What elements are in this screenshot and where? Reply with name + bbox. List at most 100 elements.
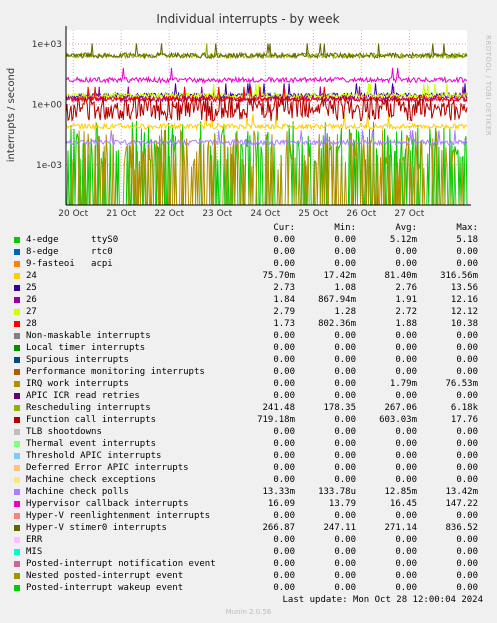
legend-row: Local timer interrupts 0.00 0.00 0.00 0.00: [0, 342, 497, 354]
legend-cur: 0.00: [273, 331, 295, 341]
legend-min: 0.00: [334, 391, 356, 401]
legend-row: Hyper-V stimer0 interrupts 266.87 247.11 27…: [0, 522, 497, 534]
legend-min: 0.00: [334, 439, 356, 449]
legend-row: Function call interrupts 719.18m 0.00 603.0…: [0, 414, 497, 426]
legend-swatch: [14, 345, 20, 351]
legend-avg: 0.00: [395, 355, 417, 365]
x-tick-label: 27 Oct: [394, 209, 424, 219]
chart-title: Individual interrupts - by week: [156, 12, 339, 26]
legend-min: 0.00: [334, 331, 356, 341]
header-avg: Avg:: [395, 223, 417, 233]
legend-cur: 2.73: [273, 283, 295, 293]
legend-row: ERR 0.00 0.00 0.00 0.00: [0, 534, 497, 546]
last-update: Last update: Mon Oct 28 12:00:04 2024: [282, 595, 483, 605]
legend-cur: 0.00: [273, 475, 295, 485]
legend-label: Local timer interrupts: [26, 343, 146, 353]
legend-swatch: [14, 357, 20, 363]
legend-label: Hyper-V reenlightenment interrupts: [26, 511, 211, 521]
legend-avg: 0.00: [395, 559, 417, 569]
legend-cur: 0.00: [273, 235, 295, 245]
legend-row: 27 2.79 1.28 2.72 12.12: [0, 306, 497, 318]
legend-swatch: [14, 525, 20, 531]
legend-avg: 0.00: [395, 247, 417, 257]
x-tick-label: 25 Oct: [298, 209, 328, 219]
legend-swatch: [14, 321, 20, 327]
legend-row: Non-maskable interrupts 0.00 0.00 0.00 0.00: [0, 330, 497, 342]
legend-avg: 0.00: [395, 427, 417, 437]
legend-label: Non-maskable interrupts: [26, 331, 151, 341]
legend-min: 0.00: [334, 511, 356, 521]
legend-swatch: [14, 417, 20, 423]
legend-avg: 5.12m: [389, 235, 417, 245]
legend-cur: 719.18m: [257, 415, 295, 425]
legend-label: Performance monitoring interrupts: [26, 367, 205, 377]
legend-min: 0.00: [334, 547, 356, 557]
legend-max: 0.00: [456, 331, 478, 341]
legend-cur: 1.84: [273, 295, 295, 305]
legend-avg: 2.76: [395, 283, 417, 293]
legend-label: APIC ICR read retries: [26, 391, 140, 401]
legend-label: Hyper-V stimer0 interrupts: [26, 523, 167, 533]
legend-max: 0.00: [456, 259, 478, 269]
legend-swatch: [14, 273, 20, 279]
legend-label: Spurious interrupts: [26, 355, 129, 365]
y-tick-label: 1e-03: [36, 161, 62, 171]
legend-label: 4-edge ttyS0: [26, 235, 119, 245]
legend-avg: 603.03m: [379, 415, 417, 425]
legend-min: 0.00: [334, 343, 356, 353]
legend-swatch: [14, 489, 20, 495]
legend-label: Thermal event interrupts: [26, 439, 157, 449]
legend-avg: 0.00: [395, 535, 417, 545]
legend-cur: 13.33m: [262, 487, 295, 497]
legend-row: 25 2.73 1.08 2.76 13.56: [0, 282, 497, 294]
legend-cur: 0.00: [273, 559, 295, 569]
legend-max: 12.16: [450, 295, 478, 305]
legend-avg: 0.00: [395, 367, 417, 377]
legend-cur: 0.00: [273, 439, 295, 449]
legend-label: TLB shootdowns: [26, 427, 102, 437]
legend-swatch: [14, 429, 20, 435]
legend-max: 13.42m: [445, 487, 478, 497]
y-tick-label: 1e+03: [32, 40, 62, 50]
legend-avg: 1.88: [395, 319, 417, 329]
legend-row: Rescheduling interrupts 241.48 178.35 267.0…: [0, 402, 497, 414]
legend-label: MIS: [26, 547, 43, 557]
legend-swatch: [14, 573, 20, 579]
legend-min: 0.00: [334, 235, 356, 245]
legend-min: 13.79: [328, 499, 356, 509]
legend-row: IRQ work interrupts 0.00 0.00 1.79m 76.53m: [0, 378, 497, 390]
legend-avg: 0.00: [395, 547, 417, 557]
x-tick-label: 20 Oct: [58, 209, 88, 219]
header-max: Max:: [456, 223, 478, 233]
legend-max: 0.00: [456, 367, 478, 377]
legend-swatch: [14, 585, 20, 591]
legend-cur: 0.00: [273, 259, 295, 269]
x-tick-label: 24 Oct: [250, 209, 280, 219]
legend-cur: 241.48: [262, 403, 295, 413]
legend-min: 0.00: [334, 463, 356, 473]
legend-swatch: [14, 285, 20, 291]
legend-cur: 0.00: [273, 547, 295, 557]
legend-label: 27: [26, 307, 37, 317]
munin-version: Munin 2.0.56: [225, 608, 272, 616]
legend-swatch: [14, 549, 20, 555]
legend-label: 24: [26, 271, 37, 281]
legend: Cur: Min: Avg: Max: 4-edge ttyS0 0.00 0.00…: [0, 222, 497, 594]
legend-row: 28 1.73 802.36m 1.88 10.38: [0, 318, 497, 330]
legend-max: 0.00: [456, 427, 478, 437]
legend-min: 0.00: [334, 559, 356, 569]
legend-min: 0.00: [334, 367, 356, 377]
legend-swatch: [14, 381, 20, 387]
legend-swatch: [14, 309, 20, 315]
legend-cur: 0.00: [273, 571, 295, 581]
legend-min: 0.00: [334, 475, 356, 485]
legend-label: 8-edge rtc0: [26, 247, 113, 257]
legend-cur: 0.00: [273, 379, 295, 389]
legend-row: TLB shootdowns 0.00 0.00 0.00 0.00: [0, 426, 497, 438]
legend-label: Deferred Error APIC interrupts: [26, 463, 189, 473]
legend-rows: 4-edge ttyS0 0.00 0.00 5.12m 5.18 8-edge rtc0…: [0, 234, 497, 594]
y-tick-label: 1e+00: [32, 100, 63, 110]
legend-header: Cur: Min: Avg: Max:: [0, 222, 497, 234]
legend-avg: 0.00: [395, 511, 417, 521]
legend-max: 316.56m: [440, 271, 478, 281]
